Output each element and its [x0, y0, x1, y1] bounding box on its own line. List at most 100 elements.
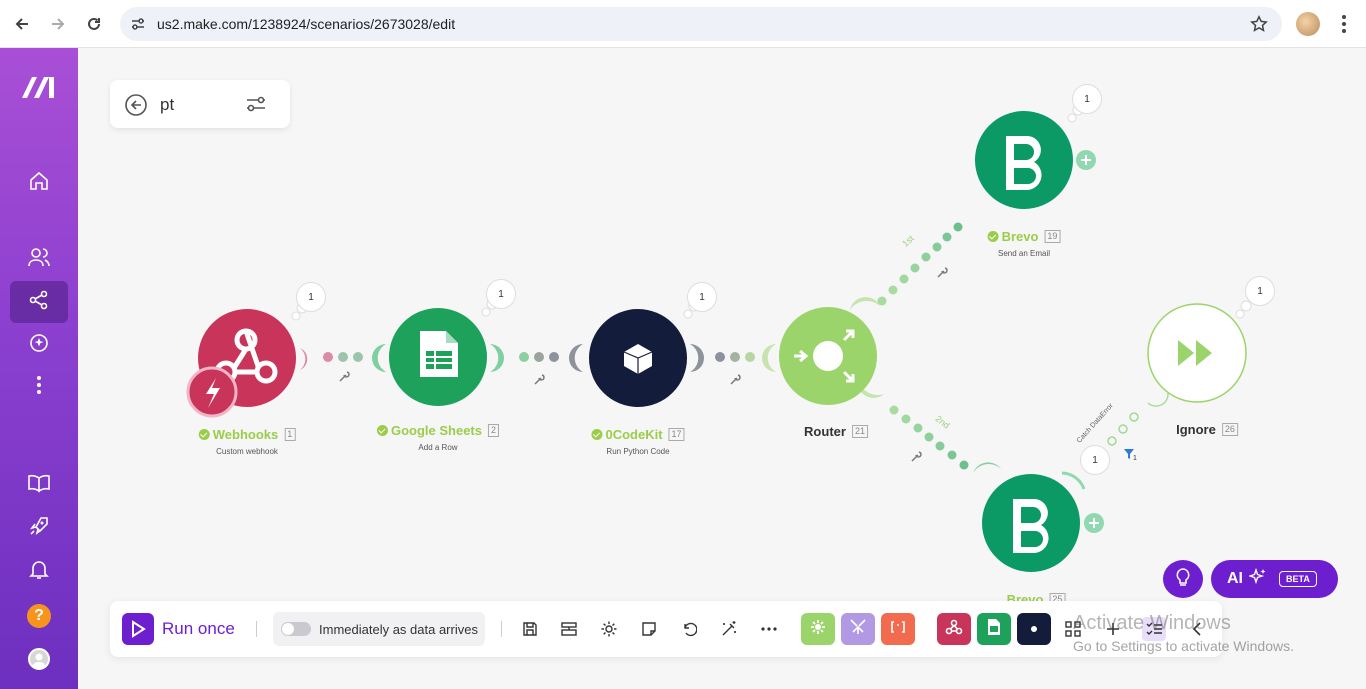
tools-module-button[interactable] [801, 613, 835, 645]
site-info-icon[interactable] [130, 16, 146, 37]
0codekit-shortcut-button[interactable] [1017, 613, 1051, 645]
sidebar-item-help[interactable]: ? [10, 595, 68, 637]
op-count-bubble[interactable]: 1 [1245, 276, 1275, 306]
module-id: 19 [1044, 230, 1061, 243]
module-name: Ignore [1176, 422, 1216, 437]
back-arrow-icon[interactable] [124, 93, 148, 122]
notes-icon[interactable] [637, 617, 661, 641]
module-label-router[interactable]: Router 21 [804, 423, 868, 441]
scenario-name[interactable]: pt [160, 95, 174, 115]
back-icon[interactable] [10, 12, 34, 36]
run-once-label: Run once [162, 619, 235, 638]
toolbar-divider [256, 621, 257, 637]
play-icon [122, 613, 154, 645]
share-icon [29, 290, 49, 315]
users-icon [27, 246, 51, 273]
tools-gear-icon [810, 619, 826, 640]
save-icon[interactable] [518, 617, 542, 641]
make-logo-icon[interactable] [20, 74, 58, 105]
browser-toolbar: us2.make.com/1238924/scenarios/2673028/e… [0, 0, 1366, 48]
more-horizontal-icon[interactable] [757, 617, 781, 641]
module-name: Webhooks [212, 427, 279, 442]
module-id: 17 [668, 428, 685, 441]
module-label-0codekit[interactable]: 0CodeKit 17 Run Python Code [591, 427, 685, 456]
sheets-icon [987, 618, 1001, 641]
flow-control-icon [849, 618, 867, 641]
sidebar-item-docs[interactable] [10, 464, 68, 506]
sidebar-item-notifications[interactable] [10, 550, 68, 592]
schedule-toggle[interactable]: Immediately as data arrives [273, 612, 485, 646]
ai-label: AI [1227, 570, 1243, 587]
sidebar-item-home[interactable] [10, 162, 68, 204]
hints-button[interactable] [1163, 560, 1203, 598]
schedule-label: Immediately as data arrives [319, 622, 478, 637]
bookmark-star-icon[interactable] [1250, 15, 1268, 38]
book-icon [27, 473, 51, 498]
sidebar-item-launch[interactable] [10, 507, 68, 549]
reload-icon[interactable] [82, 12, 106, 36]
op-count-bubble[interactable]: 1 [687, 282, 717, 312]
scenario-settings-icon[interactable] [244, 93, 268, 120]
scenario-header: pt [110, 80, 290, 128]
module-label-brevo-19[interactable]: Brevo 19 Send an Email [987, 229, 1061, 258]
address-bar[interactable]: us2.make.com/1238924/scenarios/2673028/e… [120, 7, 1282, 41]
beta-badge: BETA [1279, 571, 1317, 587]
module-action: Send an Email [997, 249, 1051, 258]
op-count-bubble[interactable]: 1 [486, 279, 516, 309]
undo-icon[interactable] [677, 617, 701, 641]
profile-avatar[interactable] [1296, 12, 1320, 36]
activation-watermark-subtitle: Go to Settings to activate Windows. [1073, 638, 1294, 654]
sidebar-item-more[interactable] [10, 366, 68, 408]
module-name: 0CodeKit [605, 427, 663, 442]
activation-watermark-title: Activate Windows [1073, 612, 1231, 634]
scenario-toolbar: Run once Immediately as data arrives [110, 601, 1222, 657]
success-check-icon [376, 425, 388, 436]
browser-menu-icon[interactable] [1334, 12, 1354, 41]
dot-icon [1030, 620, 1038, 638]
module-name: Google Sheets [390, 423, 483, 438]
sidebar: ? [0, 48, 78, 689]
op-count-bubble[interactable]: 1 [296, 282, 326, 312]
webhooks-shortcut-button[interactable] [937, 613, 971, 645]
success-check-icon [987, 231, 999, 242]
module-name: Router [804, 424, 846, 439]
home-icon [28, 170, 50, 197]
sidebar-item-account[interactable] [10, 638, 68, 680]
module-label-google-sheets[interactable]: Google Sheets 2 Add a Row [376, 423, 500, 452]
bell-icon [29, 558, 49, 585]
align-icon[interactable] [557, 617, 581, 641]
module-label-webhooks[interactable]: Webhooks 1 Custom webhook [198, 427, 296, 456]
module-id: 26 [1221, 423, 1238, 436]
brackets-icon [890, 620, 906, 638]
gear-icon[interactable] [597, 617, 621, 641]
sidebar-item-team[interactable] [10, 238, 68, 280]
module-name: Brevo [1001, 229, 1039, 244]
flow-control-button[interactable] [841, 613, 875, 645]
error-filter-badge: 1 [1133, 455, 1137, 462]
ai-agent-icon [28, 332, 50, 359]
url-text[interactable]: us2.make.com/1238924/scenarios/2673028/e… [157, 16, 455, 32]
module-label-ignore[interactable]: Ignore 26 [1176, 421, 1238, 439]
rocket-icon [28, 515, 50, 542]
magic-wand-icon[interactable] [717, 617, 741, 641]
module-id: 1 [284, 428, 296, 441]
op-count-bubble[interactable]: 1 [1072, 84, 1102, 114]
webhook-icon [945, 619, 963, 640]
op-count-bubble[interactable]: 1 [1080, 445, 1110, 475]
sidebar-item-scenarios[interactable] [10, 281, 68, 323]
module-action: Custom webhook [216, 447, 278, 456]
sidebar-item-ai-agents[interactable] [10, 324, 68, 366]
forward-icon[interactable] [46, 12, 70, 36]
module-id: 2 [488, 424, 500, 437]
lightbulb-icon [1175, 567, 1191, 592]
ai-assistant-button[interactable]: AI BETA [1211, 560, 1338, 598]
google-sheets-shortcut-button[interactable] [977, 613, 1011, 645]
avatar [28, 648, 50, 670]
module-action: Add a Row [418, 443, 458, 452]
run-once-button[interactable]: Run once [122, 613, 235, 645]
text-parser-button[interactable] [881, 613, 915, 645]
module-id: 21 [851, 425, 868, 438]
toggle-switch[interactable] [281, 622, 311, 636]
more-vertical-icon [35, 375, 43, 400]
success-check-icon [591, 429, 603, 440]
